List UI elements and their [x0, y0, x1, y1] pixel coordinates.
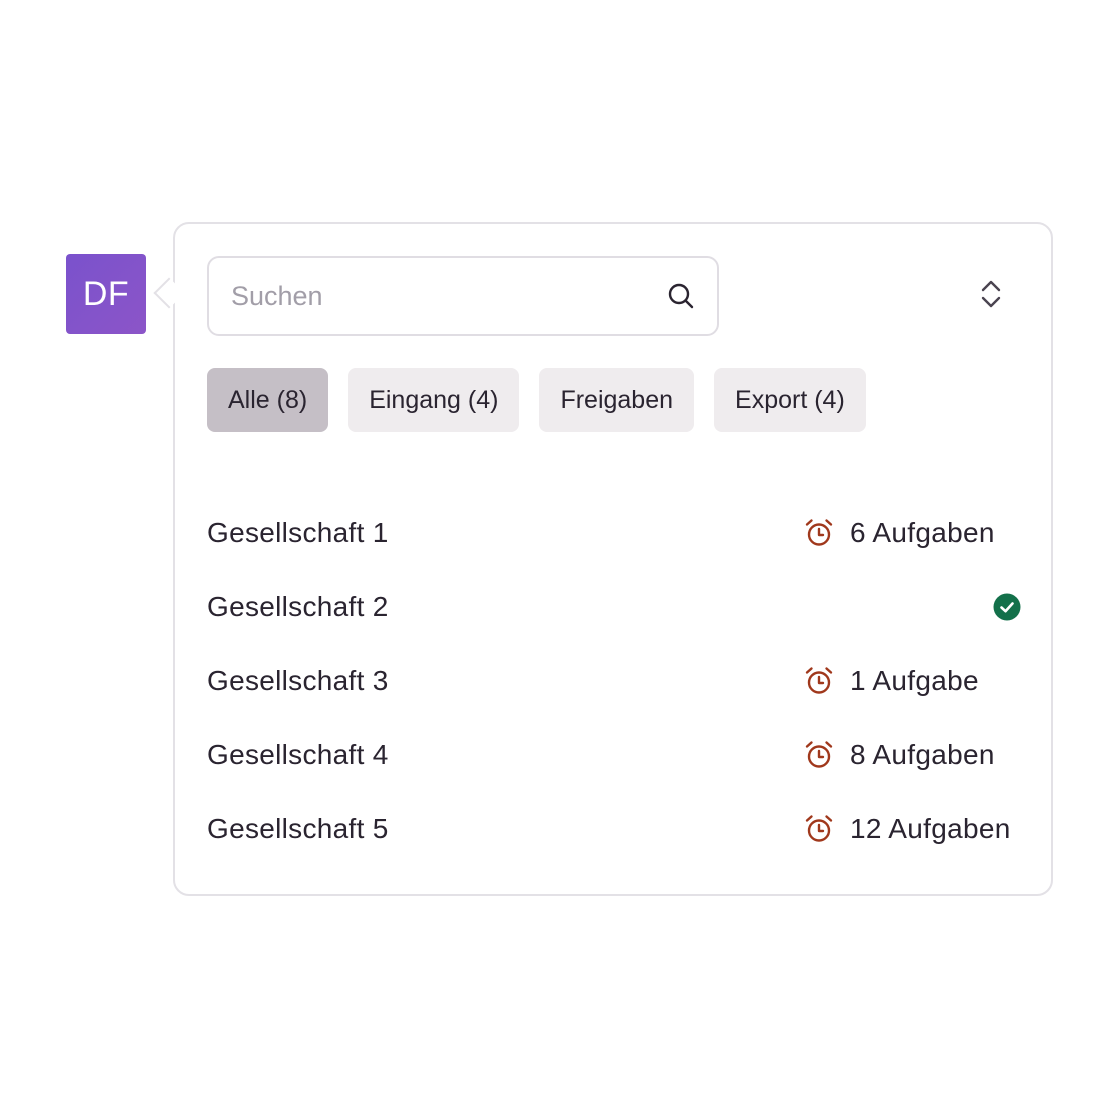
task-count: 12 Aufgaben	[850, 813, 1011, 844]
stage: DF Alle (8)	[0, 0, 1120, 1120]
company-row[interactable]: Gesellschaft 4 8 Aufgaben	[207, 718, 1025, 792]
company-list: Gesellschaft 1 6 Aufgaben Gesellschaft 2	[207, 496, 1025, 866]
task-status: 1 Aufgabe	[803, 644, 979, 718]
company-name: Gesellschaft 3	[207, 665, 389, 696]
filter-chip-label: Eingang (4)	[369, 385, 499, 414]
task-status: 6 Aufgaben	[803, 496, 995, 570]
task-count: 6 Aufgaben	[850, 517, 995, 548]
avatar-initials: DF	[82, 274, 130, 313]
alarm-clock-icon	[803, 665, 835, 697]
filter-chip-label: Freigaben	[560, 385, 674, 414]
filter-chip-export[interactable]: Export (4)	[714, 368, 866, 432]
sort-toggle-button[interactable]	[971, 276, 1011, 316]
filter-chip-label: Alle (8)	[228, 385, 308, 414]
company-row[interactable]: Gesellschaft 1 6 Aufgaben	[207, 496, 1025, 570]
task-status: 12 Aufgaben	[803, 792, 1011, 866]
alarm-clock-icon	[803, 813, 835, 845]
search-icon[interactable]	[665, 280, 697, 312]
filter-chips: Alle (8) Eingang (4) Freigaben Export (4…	[207, 368, 866, 432]
company-row[interactable]: Gesellschaft 3 1 Aufgabe	[207, 644, 1025, 718]
task-status: 8 Aufgaben	[803, 718, 995, 792]
avatar[interactable]: DF	[66, 254, 146, 334]
filter-chip-eingang[interactable]: Eingang (4)	[348, 368, 520, 432]
search-input[interactable]	[229, 279, 665, 313]
task-count: 1 Aufgabe	[850, 665, 979, 696]
chevron-up-down-icon	[979, 278, 1003, 315]
search-box[interactable]	[207, 256, 719, 336]
company-name: Gesellschaft 5	[207, 813, 389, 844]
company-switcher-popover: Alle (8) Eingang (4) Freigaben Export (4…	[173, 222, 1053, 896]
company-name: Gesellschaft 1	[207, 517, 389, 548]
company-row[interactable]: Gesellschaft 5 12 Aufgaben	[207, 792, 1025, 866]
filter-chip-label: Export (4)	[735, 385, 845, 414]
filter-chip-freigaben[interactable]: Freigaben	[539, 368, 695, 432]
company-row[interactable]: Gesellschaft 2	[207, 570, 1025, 644]
alarm-clock-icon	[803, 517, 835, 549]
task-count: 8 Aufgaben	[850, 739, 995, 770]
alarm-clock-icon	[803, 739, 835, 771]
company-name: Gesellschaft 2	[207, 591, 389, 622]
filter-chip-alle[interactable]: Alle (8)	[207, 368, 329, 432]
check-circle-icon	[993, 593, 1021, 621]
company-name: Gesellschaft 4	[207, 739, 389, 770]
